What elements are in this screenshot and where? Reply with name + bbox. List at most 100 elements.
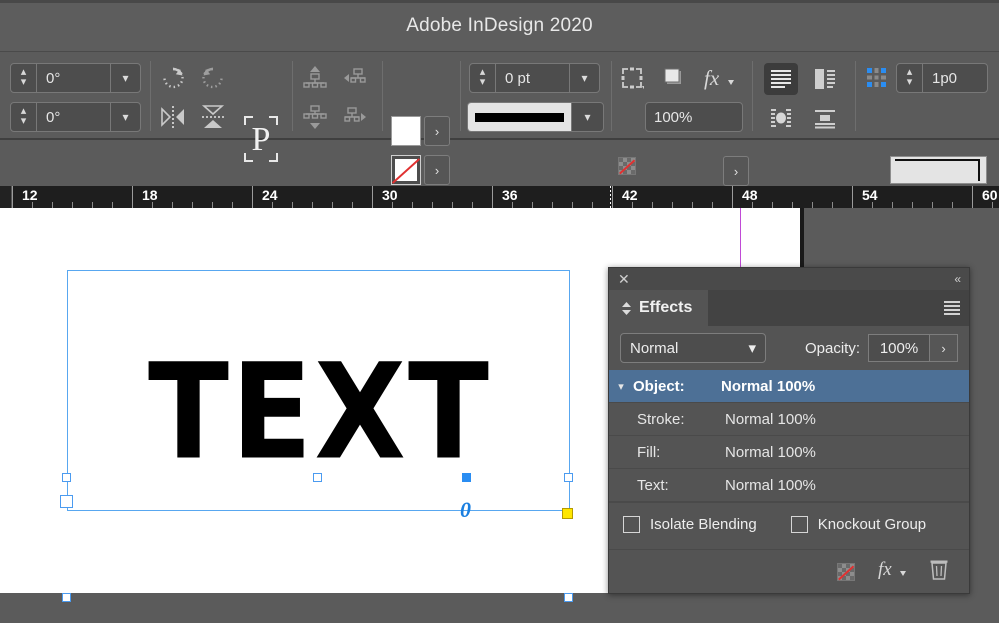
ruler-major-tick <box>12 186 13 208</box>
handle-top-center[interactable] <box>313 473 322 482</box>
panel-menu-icon[interactable] <box>944 301 960 315</box>
toolbar-divider-6 <box>752 61 753 131</box>
opacity-label: Opacity: <box>804 339 860 357</box>
rotation-angle-field[interactable]: ▴ ▾ 0° ▾ <box>10 63 141 93</box>
svg-text:P: P <box>252 121 271 158</box>
overset-text-indicator[interactable]: 0 <box>460 499 471 521</box>
toolbar-divider <box>150 61 151 131</box>
chevron-down-icon[interactable]: ▾ <box>609 380 633 393</box>
effects-level-value: Normal 100% <box>721 377 816 395</box>
ruler-origin-corner[interactable] <box>0 186 12 208</box>
rotation-chevron-down-icon[interactable]: ▾ <box>110 64 140 92</box>
panel-grip-icon <box>622 301 631 315</box>
ruler-label: 42 <box>622 187 638 203</box>
send-backward-icon[interactable] <box>300 102 330 132</box>
handle-middle-left[interactable] <box>62 593 71 602</box>
close-icon[interactable]: ✕ <box>618 272 630 286</box>
text-wrap-icon[interactable] <box>764 102 798 134</box>
isolate-blending-checkbox[interactable] <box>623 516 640 533</box>
effects-level-row[interactable]: ▾ Object: Normal 100% <box>609 370 969 403</box>
stroke-weight-value: 0 pt <box>505 69 531 87</box>
shear-angle-value: 0° <box>46 108 61 126</box>
effects-level-row[interactable]: Text: Normal 100% <box>609 469 969 502</box>
rotate-clockwise-icon[interactable] <box>158 63 188 93</box>
effects-level-row[interactable]: Stroke: Normal 100% <box>609 403 969 436</box>
window-title: Adobe InDesign 2020 <box>406 14 593 36</box>
stroke-swatch-expand-icon[interactable]: › <box>424 155 450 185</box>
rotate-counterclockwise-icon[interactable] <box>198 63 228 93</box>
effects-level-name: Fill: <box>637 443 661 461</box>
bring-forward-icon[interactable] <box>300 63 330 93</box>
svg-text:fx: fx <box>878 559 892 580</box>
shear-chevron-down-icon[interactable]: ▾ <box>110 103 140 131</box>
opacity-slider-chevron-right-icon[interactable]: › <box>930 334 958 362</box>
opacity-expand-chevron-right-icon[interactable]: › <box>723 156 749 186</box>
stroke-style-dropdown[interactable]: ▾ <box>467 102 604 132</box>
text-columns-icon[interactable] <box>808 63 842 95</box>
ruler-major-tick <box>492 186 493 208</box>
preview-P-icon[interactable]: P <box>238 111 284 167</box>
handle-top-left[interactable] <box>62 473 71 482</box>
window-title-bar: Adobe InDesign 2020 <box>0 0 999 52</box>
blend-mode-value: Normal <box>630 339 679 357</box>
effects-level-row[interactable]: Fill: Normal 100% <box>609 436 969 469</box>
stroke-weight-field[interactable]: ▴ ▾ 0 pt ▾ <box>469 63 600 93</box>
drop-shadow-icon[interactable] <box>658 63 688 93</box>
ruler-major-tick <box>972 186 973 208</box>
titlebar-top-edge <box>0 0 999 3</box>
handle-top-right[interactable] <box>564 473 573 482</box>
blend-mode-row: Normal ▾ Opacity: 100% › <box>609 326 969 370</box>
stroke-weight-stepper[interactable]: ▴ ▾ <box>470 64 496 92</box>
ruler-guide-marker <box>610 186 611 208</box>
collapse-panel-icon[interactable]: « <box>954 272 961 286</box>
corner-options-icon[interactable] <box>617 63 647 93</box>
stroke-profile-icon[interactable] <box>890 156 987 184</box>
blend-mode-select[interactable]: Normal ▾ <box>620 333 766 363</box>
gap-stepper[interactable]: ▴ ▾ <box>897 64 923 92</box>
rotation-angle-value: 0° <box>46 69 61 87</box>
ruler-label: 12 <box>22 187 38 203</box>
handle-in-port[interactable] <box>60 495 73 508</box>
fx-icon[interactable]: fx <box>877 557 907 586</box>
stroke-weight-chevron-down-icon[interactable]: ▾ <box>569 64 599 92</box>
svg-text:fx: fx <box>704 66 720 90</box>
ruler-major-tick <box>252 186 253 208</box>
knockout-group-checkbox[interactable] <box>790 516 808 533</box>
stroke-color-swatch[interactable] <box>391 155 421 185</box>
fill-swatch-expand-icon[interactable]: › <box>424 116 450 146</box>
select-content-icon[interactable] <box>340 102 370 132</box>
vertical-align-icon[interactable] <box>808 102 842 134</box>
handle-middle-right[interactable] <box>564 593 573 602</box>
handle-top-custom[interactable] <box>462 473 471 482</box>
flip-vertical-icon[interactable] <box>198 102 228 132</box>
live-corner-handle[interactable] <box>562 508 573 519</box>
opacity-value: 100% <box>654 108 693 126</box>
ruler-label: 36 <box>502 187 518 203</box>
tab-effects[interactable]: Effects <box>609 290 709 326</box>
rotation-stepper[interactable]: ▴ ▾ <box>11 64 37 92</box>
stroke-style-preview <box>468 103 571 131</box>
fx-icon[interactable]: fx <box>700 63 736 93</box>
effects-panel-tabstrip: Effects <box>609 290 969 326</box>
opacity-checker-icon <box>618 157 636 175</box>
toolbar-divider-7 <box>855 61 856 131</box>
gap-field[interactable]: ▴ ▾ 1p0 <box>896 63 988 93</box>
horizontal-ruler[interactable]: 12 18 24 30 36 42 48 54 60 <box>0 186 999 208</box>
shear-stepper[interactable]: ▴ ▾ <box>11 103 37 131</box>
ruler-major-tick <box>372 186 373 208</box>
reference-point-proxy-icon[interactable] <box>862 63 892 93</box>
effects-panel[interactable]: ✕ « Effects Normal ▾ Opacity: 100% › ▾ O… <box>608 267 970 594</box>
flip-horizontal-icon[interactable] <box>158 102 188 132</box>
panel-opacity-input[interactable]: 100% <box>868 334 930 362</box>
clear-effects-icon[interactable] <box>837 562 855 581</box>
trash-icon[interactable] <box>929 558 949 585</box>
gap-value: 1p0 <box>932 69 958 87</box>
opacity-field[interactable]: 100% <box>645 102 743 132</box>
select-container-icon[interactable] <box>340 63 370 93</box>
stroke-style-chevron-down-icon[interactable]: ▾ <box>571 103 603 131</box>
shear-angle-field[interactable]: ▴ ▾ 0° ▾ <box>10 102 141 132</box>
fill-color-swatch[interactable] <box>391 116 421 146</box>
text-frame-options-icon[interactable] <box>764 63 798 95</box>
ruler-label: 30 <box>382 187 398 203</box>
tab-effects-label: Effects <box>639 299 693 316</box>
